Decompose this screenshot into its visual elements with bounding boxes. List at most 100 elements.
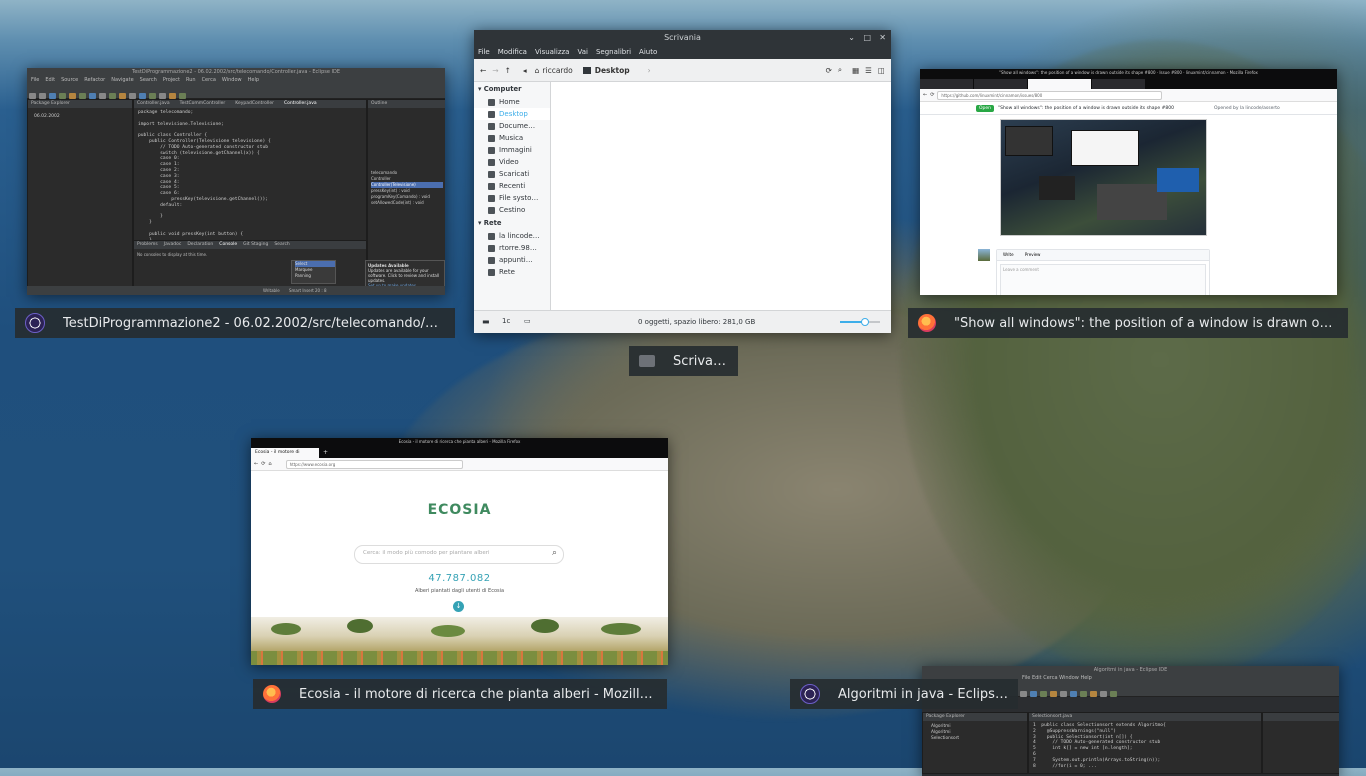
back-icon[interactable]: ← xyxy=(923,92,927,98)
home-icon[interactable]: ⌂ xyxy=(268,461,271,467)
tab-declaration[interactable]: Declaration xyxy=(187,241,213,249)
project-item[interactable]: 06.02.2002 xyxy=(28,108,132,125)
places-item[interactable]: Recenti xyxy=(474,180,550,192)
menu-search[interactable]: Search xyxy=(140,76,157,84)
places-toggle-icon[interactable]: ▬ xyxy=(482,317,490,326)
places-section-header[interactable]: ▾ Computer xyxy=(474,82,550,96)
minimize-icon[interactable]: ⌄ xyxy=(848,30,855,46)
tab-git-staging[interactable]: Git Staging xyxy=(243,241,268,249)
address-bar[interactable]: https://github.com/linuxmint/cinnamon/is… xyxy=(937,90,1163,100)
editor-tab[interactable]: Selectionsort.java xyxy=(1029,713,1261,721)
places-item[interactable]: Home xyxy=(474,96,550,108)
reload-icon[interactable]: ⟳ xyxy=(930,92,934,98)
places-item[interactable]: Rete xyxy=(474,266,550,278)
maximize-icon[interactable]: □ xyxy=(863,30,871,46)
address-bar[interactable]: https://www.ecosia.org xyxy=(285,459,463,469)
menu-refactor[interactable]: Refactor xyxy=(84,76,105,84)
home-icon[interactable]: ⌂ xyxy=(535,66,540,75)
firefox-ecosia-window-thumbnail[interactable]: Ecosia - il motore di ricerca che pianta… xyxy=(251,438,668,665)
editor-tab[interactable]: Controller.java xyxy=(137,100,170,108)
eclipse-window-thumbnail[interactable]: TestDiProgrammazione2 - 06.02.2002/src/t… xyxy=(27,68,445,295)
places-item[interactable]: Scaricati xyxy=(474,168,550,180)
search-box[interactable]: Cerca: il modo più comodo per piantare a… xyxy=(354,545,564,564)
write-tab[interactable]: Write xyxy=(1003,252,1014,257)
info-panel-icon[interactable]: ▭ xyxy=(524,317,531,325)
menu-file[interactable]: File xyxy=(31,76,39,84)
split-view-icon[interactable]: ◫ xyxy=(878,66,885,75)
comment-textarea[interactable]: Leave a comment xyxy=(1000,264,1206,295)
browser-tab-active[interactable] xyxy=(1028,79,1091,89)
menu-navigate[interactable]: Navigate xyxy=(111,76,133,84)
menu-visualizza[interactable]: Visualizza xyxy=(535,46,569,59)
places-item[interactable]: appunti… xyxy=(474,254,550,266)
places-item[interactable]: Musica xyxy=(474,132,550,144)
refresh-icon[interactable]: ⟳ xyxy=(826,66,832,75)
browser-tab[interactable] xyxy=(1092,79,1145,89)
back-icon[interactable]: ← xyxy=(480,66,486,75)
menu-edit[interactable]: Edit xyxy=(45,76,55,84)
close-icon[interactable]: ✕ xyxy=(879,30,886,46)
menu-source[interactable]: Source xyxy=(61,76,78,84)
breadcrumb-desktop[interactable]: Desktop xyxy=(595,66,630,75)
places-section-header[interactable]: ▾ Rete xyxy=(474,216,550,230)
icon-view-icon[interactable]: ▦ xyxy=(852,66,859,75)
breadcrumb-left-icon[interactable]: ◂ xyxy=(523,66,527,75)
new-tab-icon[interactable]: + xyxy=(320,448,328,458)
menu-segnalibri[interactable]: Segnalibri xyxy=(596,46,631,59)
search-icon[interactable]: ⌕ xyxy=(838,65,842,75)
tab-javadoc[interactable]: Javadoc xyxy=(164,241,182,249)
tab-problems[interactable]: Problems xyxy=(137,241,158,249)
places-item[interactable]: File systo… xyxy=(474,192,550,204)
places-item[interactable]: Docume… xyxy=(474,120,550,132)
editor-tab[interactable]: KeypadController xyxy=(235,100,274,108)
window-caption-dolphin[interactable]: Scrivania xyxy=(629,346,738,376)
places-item[interactable]: la lincode… xyxy=(474,230,550,242)
menu-file[interactable]: File xyxy=(478,46,490,59)
terminal-icon[interactable]: 1c xyxy=(502,317,510,325)
places-item[interactable]: Desktop xyxy=(474,108,550,120)
menu-aiuto[interactable]: Aiuto xyxy=(639,46,657,59)
window-caption-eclipse[interactable]: TestDiProgrammazione2 - 06.02.2002/src/t… xyxy=(15,308,455,338)
window-caption-ecosia[interactable]: Ecosia - il motore di ricerca che pianta… xyxy=(253,679,667,709)
breadcrumb-right-icon[interactable]: › xyxy=(648,66,651,75)
browser-tab[interactable] xyxy=(920,79,973,89)
zoom-slider[interactable] xyxy=(840,318,880,326)
tab-search[interactable]: Search xyxy=(274,241,289,249)
menu-help[interactable]: Help xyxy=(248,76,259,84)
search-icon[interactable]: ⌕ xyxy=(552,548,557,558)
menu-run[interactable]: Run xyxy=(186,76,196,84)
up-icon[interactable]: ↑ xyxy=(505,66,511,75)
comment-box[interactable]: Write Preview Leave a comment xyxy=(996,249,1210,295)
window-caption-firefox-github[interactable]: "Show all windows": the position of a wi… xyxy=(908,308,1348,338)
menu-cerca[interactable]: Cerca xyxy=(202,76,216,84)
reload-icon[interactable]: ⟳ xyxy=(261,461,265,467)
places-item[interactable]: Video xyxy=(474,156,550,168)
browser-tab-active[interactable]: Ecosia - il motore di ricerca xyxy=(251,448,319,458)
breadcrumb-riccardo[interactable]: riccardo xyxy=(542,66,572,75)
forward-icon[interactable]: → xyxy=(492,66,498,75)
menu-vai[interactable]: Vai xyxy=(577,46,587,59)
editor-tab[interactable]: TestCommController xyxy=(180,100,226,108)
details-view-icon[interactable]: ☰ xyxy=(865,66,872,75)
browser-tab[interactable] xyxy=(974,79,1027,89)
places-item[interactable]: Cestino xyxy=(474,204,550,216)
preview-tab[interactable]: Preview xyxy=(1025,252,1041,257)
menu-modifica[interactable]: Modifica xyxy=(498,46,527,59)
menu-window[interactable]: Window xyxy=(222,76,242,84)
editor-tab[interactable]: Controller.java xyxy=(284,100,317,108)
back-icon[interactable]: ← xyxy=(254,461,258,467)
places-item[interactable]: Immagini xyxy=(474,144,550,156)
tree-item[interactable]: Selectionsort xyxy=(931,736,1019,742)
window-caption-eclipse-2[interactable]: Algoritmi in java - Eclipse IDE xyxy=(790,679,1018,709)
outline-item[interactable]: setAllowedCode(int) : void xyxy=(371,200,443,206)
tab-console[interactable]: Console xyxy=(219,241,237,249)
places-item[interactable]: rtorre.98… xyxy=(474,242,550,254)
firefox-github-window-thumbnail[interactable]: "Show all windows": the position of a wi… xyxy=(920,69,1337,295)
scroll-down-button[interactable]: ↓ xyxy=(453,601,464,612)
popup-item-panning[interactable]: Panning xyxy=(295,273,335,279)
code-editor[interactable]: package telecomando; import televisione.… xyxy=(134,108,366,245)
code-editor[interactable]: 1 public class Selectionsort extends Alg… xyxy=(1029,721,1261,771)
menu-project[interactable]: Project xyxy=(163,76,180,84)
search-input[interactable]: Cerca: il modo più comodo per piantare a… xyxy=(363,550,490,556)
dolphin-window-thumbnail[interactable]: Scrivania ⌄ □ ✕ File Modifica Visualizza… xyxy=(474,30,891,333)
